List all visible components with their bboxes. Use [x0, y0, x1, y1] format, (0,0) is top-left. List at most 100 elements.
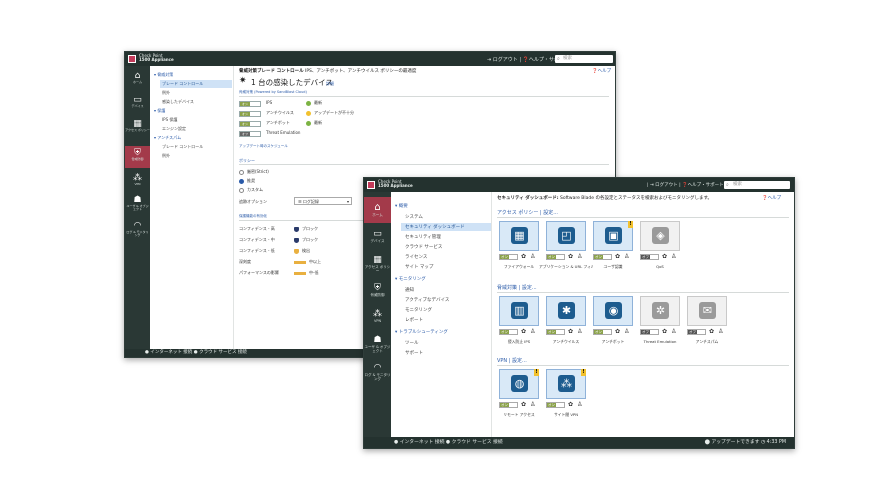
blade-tile[interactable]: ◰ [546, 221, 586, 251]
blade-toggle[interactable]: オン [499, 254, 518, 260]
rail-device[interactable]: ▭ デバイス [364, 230, 391, 252]
policy-radio[interactable] [239, 179, 244, 184]
tree-item-active-devices[interactable]: アクティブなデバイス [405, 297, 449, 303]
blade-toggle[interactable]: オフ [687, 329, 706, 335]
policy-radio[interactable] [239, 188, 244, 193]
tree-item-security-dashboard[interactable]: セキュリティ ダッシュボード [401, 223, 491, 231]
tree-section-protections[interactable]: ▾ 保護 [154, 108, 165, 114]
help-link[interactable]: ❓ヘルプ [592, 68, 611, 74]
protection-value[interactable]: ブロック [302, 226, 318, 232]
tree-item-infected[interactable]: 感染したデバイス [162, 99, 194, 105]
tree-item-engine[interactable]: エンジン設定 [162, 126, 186, 132]
rail-users-objects[interactable]: ☗ ユーザ & オブジェクト [364, 336, 391, 360]
users-icon[interactable]: ♙ [718, 328, 723, 335]
gear-icon[interactable]: ✿ [615, 328, 620, 335]
tree-item-as-exceptions[interactable]: 例外 [162, 153, 170, 159]
protection-value[interactable]: 検出 [302, 248, 310, 254]
gear-icon[interactable]: ✿ [521, 401, 526, 408]
tree-item-tools[interactable]: ツール [405, 340, 419, 346]
users-icon[interactable]: ♙ [624, 253, 629, 260]
rail-access-policy[interactable]: ▦ アクセス ポリシー [364, 256, 391, 280]
blade-toggle[interactable]: オン [499, 402, 518, 408]
update-schedule-link[interactable]: アップデート時のスケジュール [239, 144, 288, 149]
tree-item-system[interactable]: システム [405, 214, 423, 220]
section-title[interactable]: アクセス ポリシー | 設定... [497, 209, 558, 216]
blade-toggle[interactable]: オン [546, 254, 565, 260]
users-icon[interactable]: ♙ [624, 328, 629, 335]
tree-item-ips[interactable]: IPS 保護 [162, 117, 177, 123]
rail-vpn[interactable]: ⁂ VPN [125, 174, 150, 192]
users-icon[interactable]: ♙ [577, 328, 582, 335]
search-input[interactable]: 検索 [555, 55, 613, 63]
section-title[interactable]: 脅威対策 | 設定... [497, 284, 537, 291]
tree-section-threat[interactable]: ▾ 脅威対策 [154, 72, 173, 78]
tree-item-as-blade[interactable]: ブレード コントロール [162, 144, 203, 150]
search-input[interactable]: 検索 [724, 181, 790, 189]
tree-item-blade-control[interactable]: ブレード コントロール [160, 80, 232, 88]
tree-section-antispam[interactable]: ▾ アンチスパム [154, 135, 181, 141]
rail-vpn[interactable]: ⁂ VPN [364, 310, 391, 332]
blade-tile[interactable]: ⁂! [546, 369, 586, 399]
gear-icon[interactable]: ✿ [521, 328, 526, 335]
blade-tile[interactable]: ✉ [687, 296, 727, 326]
blade-toggle[interactable]: オン [239, 101, 261, 107]
tree-item-reports[interactable]: レポート [405, 317, 423, 323]
protection-value[interactable]: 中以上 [309, 259, 321, 265]
gear-icon[interactable]: ✿ [662, 253, 667, 260]
gear-icon[interactable]: ✿ [709, 328, 714, 335]
rail-users-objects[interactable]: ☗ ユーザ & オブジェクト [125, 196, 150, 218]
blade-toggle[interactable]: オフ [239, 131, 261, 137]
users-icon[interactable]: ♙ [671, 328, 676, 335]
blade-toggle[interactable]: オン [499, 329, 518, 335]
users-icon[interactable]: ♙ [530, 328, 535, 335]
rail-home[interactable]: ⌂ ホーム [125, 72, 150, 90]
tracking-select[interactable]: ☰ ログ記録 ▾ [294, 197, 352, 205]
rail-home[interactable]: ⌂ ホーム [364, 197, 391, 223]
rail-threat-prevention[interactable]: ⛨ 脅威防御 [125, 146, 150, 168]
policy-radio[interactable] [239, 170, 244, 175]
users-icon[interactable]: ♙ [530, 401, 535, 408]
protection-value[interactable]: ブロック [302, 237, 318, 243]
tree-item-site-map[interactable]: サイト マップ [405, 264, 433, 270]
blade-toggle[interactable]: オン [239, 121, 261, 127]
update-clock-status[interactable]: ⬤ アップデートできます ◷ 4:33 PM [705, 437, 786, 448]
gear-icon[interactable]: ✿ [662, 328, 667, 335]
blade-tile[interactable]: ▦ [499, 221, 539, 251]
protection-value[interactable]: 中-低 [309, 270, 318, 276]
blade-toggle[interactable]: オフ [640, 329, 659, 335]
gear-icon[interactable]: ✿ [568, 253, 573, 260]
tree-section-troubleshooting[interactable]: ▾ トラブルシューティング [395, 329, 448, 335]
blade-tile[interactable]: ▣! [593, 221, 633, 251]
tree-item-licenses[interactable]: ライセンス [405, 254, 427, 260]
gear-icon[interactable]: ✿ [568, 328, 573, 335]
blade-toggle[interactable]: オン [239, 111, 261, 117]
blade-tile[interactable]: ◍! [499, 369, 539, 399]
blade-toggle[interactable]: オン [546, 402, 565, 408]
tree-item-cloud-services[interactable]: クラウド サービス [405, 244, 442, 250]
gear-icon[interactable]: ✿ [568, 401, 573, 408]
blade-toggle[interactable]: オン [593, 329, 612, 335]
section-title[interactable]: VPN | 設定... [497, 357, 527, 364]
tree-item-exceptions[interactable]: 例外 [162, 90, 170, 96]
blade-tile[interactable]: ✲ [640, 296, 680, 326]
gear-icon[interactable]: ✿ [521, 253, 526, 260]
tree-section-overview[interactable]: ▾ 概要 [395, 203, 408, 209]
tree-item-security-mgmt[interactable]: セキュリティ管理 [405, 234, 441, 240]
rail-threat-prevention[interactable]: ⛨ 脅威防御 [364, 284, 391, 306]
top-links[interactable]: | ⇥ ログアウト | ❓ヘルプ・サポート [647, 182, 724, 188]
blade-toggle[interactable]: オン [546, 329, 565, 335]
blade-tile[interactable]: ▥ [499, 296, 539, 326]
rail-device[interactable]: ▭ デバイス [125, 96, 150, 114]
blade-toggle[interactable]: オフ [640, 254, 659, 260]
gear-icon[interactable]: ✿ [615, 253, 620, 260]
rail-access-policy[interactable]: ▦ アクセス ポリシー [125, 120, 150, 142]
blade-tile[interactable]: ◈ [640, 221, 680, 251]
blade-tile[interactable]: ◉ [593, 296, 633, 326]
tree-section-monitoring[interactable]: ▾ モニタリング [395, 276, 426, 282]
tree-item-support[interactable]: サポート [405, 350, 423, 356]
blade-tile[interactable]: ✱ [546, 296, 586, 326]
users-icon[interactable]: ♙ [530, 253, 535, 260]
help-link[interactable]: ❓ヘルプ [762, 195, 781, 201]
blade-toggle[interactable]: オン [593, 254, 612, 260]
rail-logs-monitoring[interactable]: ◠ ログ & モニタリング [364, 364, 391, 388]
